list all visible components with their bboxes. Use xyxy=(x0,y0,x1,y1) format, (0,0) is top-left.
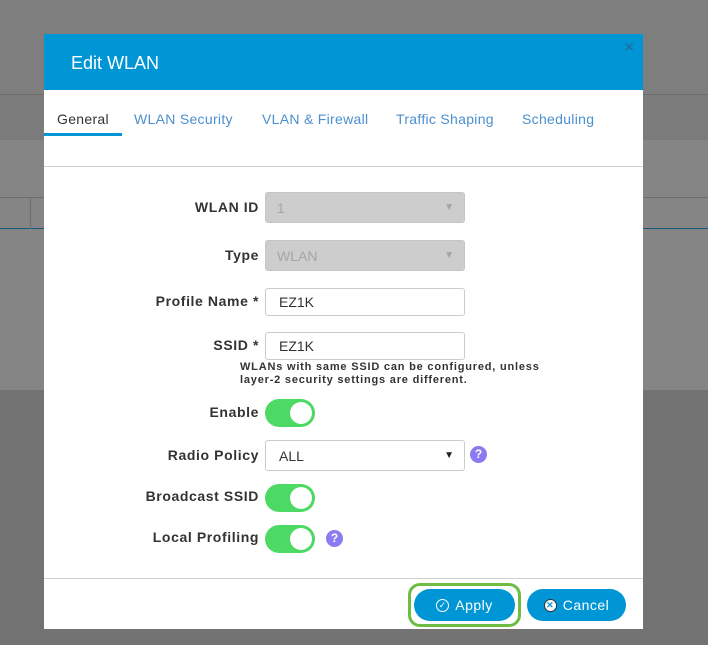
enable-toggle[interactable] xyxy=(265,399,315,427)
apply-button[interactable]: ✓ Apply xyxy=(414,589,515,621)
type-select: WLAN ▼ xyxy=(265,240,465,271)
broadcast-ssid-label: Broadcast SSID xyxy=(145,488,259,504)
close-icon[interactable]: ✕ xyxy=(623,39,635,56)
close-circle-icon: ✕ xyxy=(543,598,557,612)
ssid-hint-line1: WLANs with same SSID can be configured, … xyxy=(240,361,540,373)
cancel-label: Cancel xyxy=(562,597,610,613)
ssid-label: SSID * xyxy=(213,337,259,353)
wlan-id-value: 1 xyxy=(277,200,285,216)
tab-bar: General WLAN Security VLAN & Firewall Tr… xyxy=(44,90,643,167)
profile-name-label: Profile Name * xyxy=(155,293,259,309)
broadcast-ssid-toggle[interactable] xyxy=(265,484,315,512)
tab-vlan-firewall[interactable]: VLAN & Firewall xyxy=(262,111,368,127)
ssid-hint-line2: layer-2 security settings are different. xyxy=(240,374,468,386)
ssid-hint: WLANs with same SSID can be configured, … xyxy=(240,361,540,387)
radio-policy-label: Radio Policy xyxy=(167,447,259,463)
type-value: WLAN xyxy=(277,248,318,264)
wlan-id-label: WLAN ID xyxy=(194,199,259,215)
radio-policy-select[interactable]: ALL ▼ xyxy=(265,440,465,471)
local-profiling-label: Local Profiling xyxy=(152,529,259,545)
background-table-divider xyxy=(30,197,31,229)
dialog-footer: ✓ Apply ✕ Cancel xyxy=(44,578,643,629)
chevron-down-icon: ▼ xyxy=(444,450,454,461)
local-profiling-toggle[interactable] xyxy=(265,525,315,553)
type-label: Type xyxy=(224,247,259,263)
dialog-header: Edit WLAN ✕ xyxy=(44,34,643,90)
chevron-down-icon: ▼ xyxy=(444,202,454,213)
enable-label: Enable xyxy=(209,404,259,420)
radio-policy-value: ALL xyxy=(279,448,304,464)
tab-wlan-security[interactable]: WLAN Security xyxy=(134,111,233,127)
tab-general[interactable]: General xyxy=(44,111,122,136)
chevron-down-icon: ▼ xyxy=(444,250,454,261)
apply-label: Apply xyxy=(455,597,493,613)
tab-scheduling[interactable]: Scheduling xyxy=(522,111,594,127)
dialog-title: Edit WLAN xyxy=(71,53,160,73)
tab-traffic-shaping[interactable]: Traffic Shaping xyxy=(396,111,494,127)
help-icon[interactable]: ? xyxy=(470,446,487,463)
edit-wlan-dialog: Edit WLAN ✕ General WLAN Security VLAN &… xyxy=(44,34,643,629)
profile-name-input[interactable]: EZ1K xyxy=(265,288,465,316)
check-circle-icon: ✓ xyxy=(436,598,450,612)
help-icon[interactable]: ? xyxy=(326,530,343,547)
cancel-button[interactable]: ✕ Cancel xyxy=(527,589,626,621)
wlan-id-select: 1 ▼ xyxy=(265,192,465,223)
ssid-input[interactable]: EZ1K xyxy=(265,332,465,360)
